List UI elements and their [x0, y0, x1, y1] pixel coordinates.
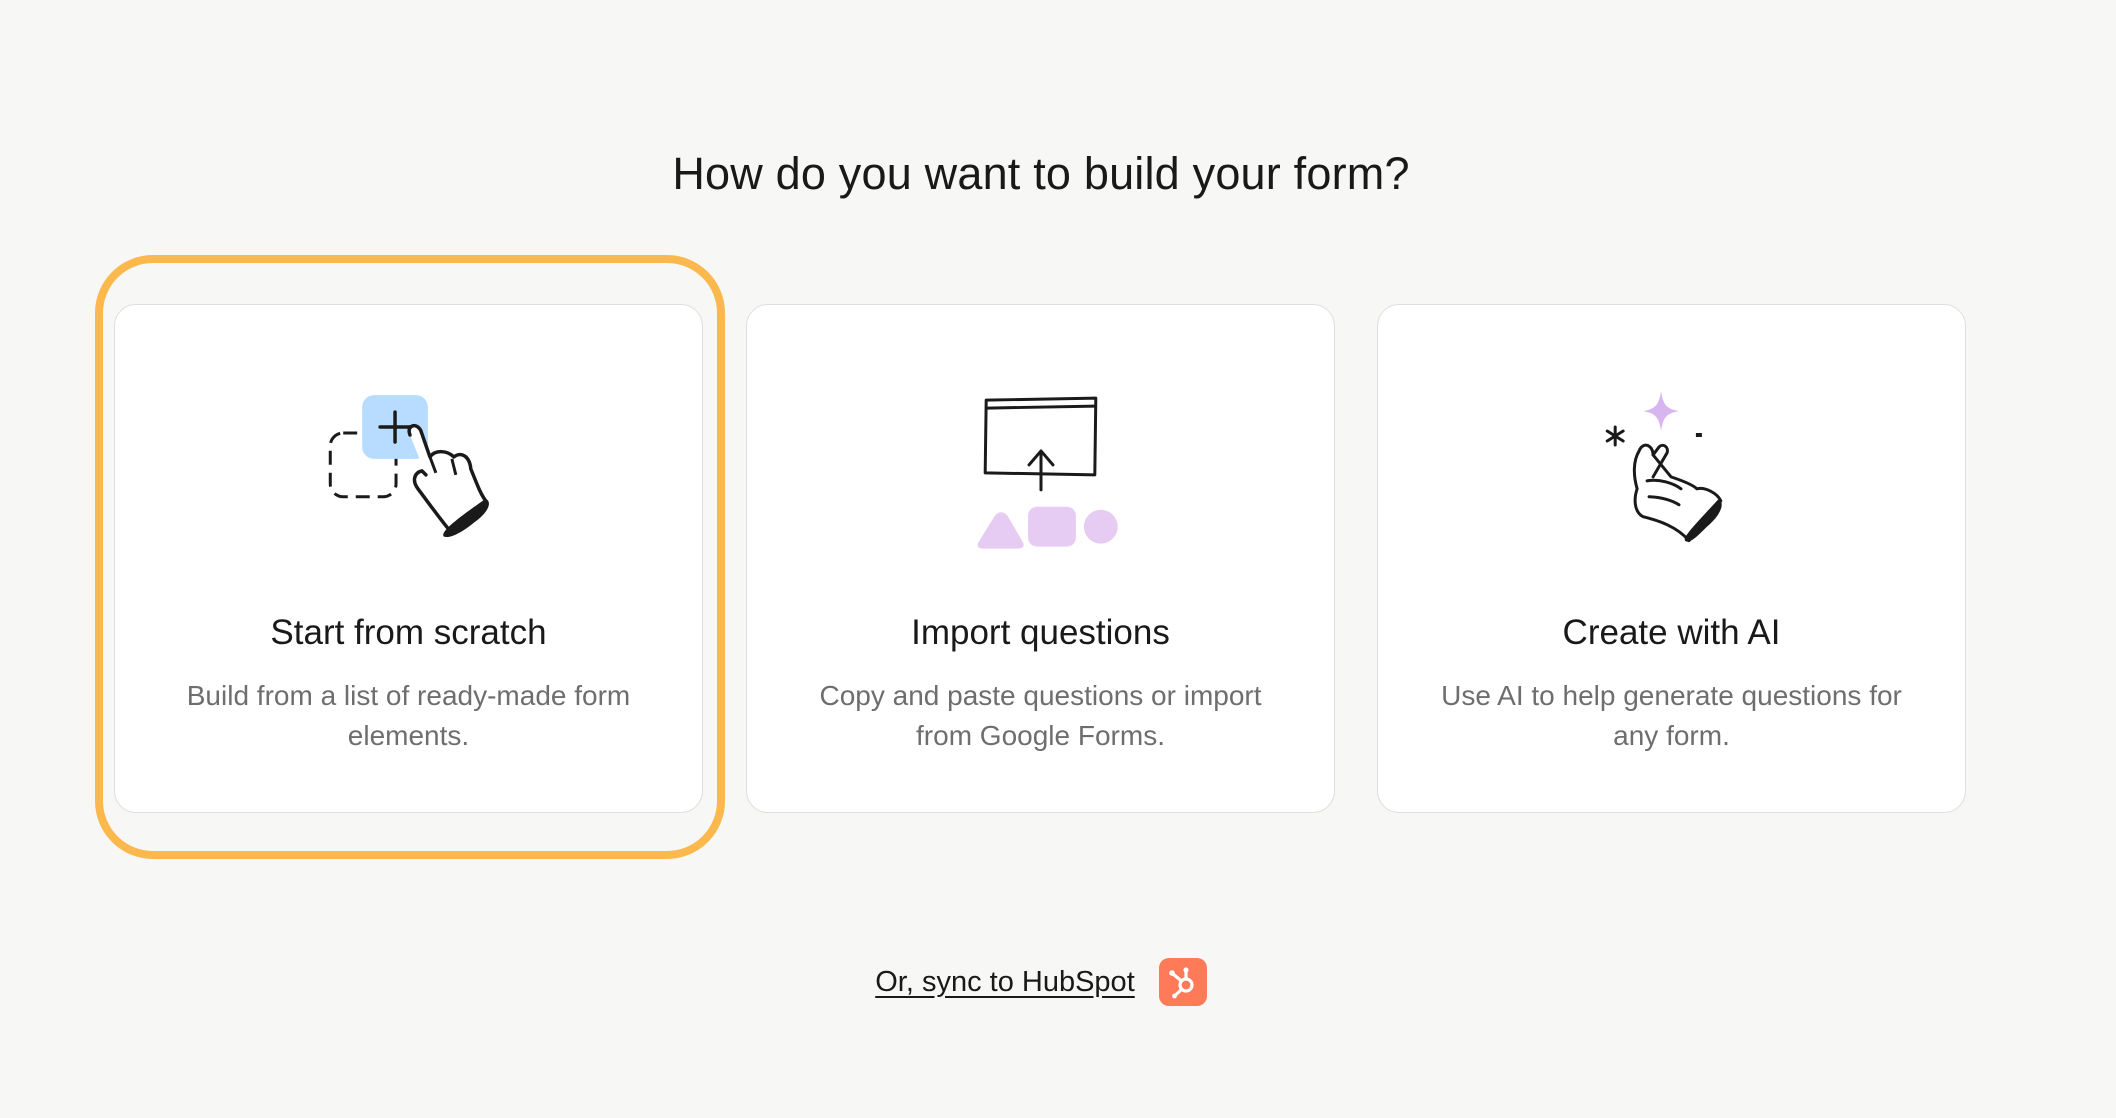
upload-shapes-icon [977, 396, 1118, 549]
card-title: Import questions [911, 613, 1170, 652]
card-description: Copy and paste questions or import from … [819, 680, 1262, 751]
snapping-hand-sparkle-icon [1605, 391, 1723, 543]
hand-pointer-plus-icon [328, 395, 489, 538]
sync-to-hubspot-link[interactable]: Or, sync to HubSpot [875, 966, 1135, 999]
hubspot-icon[interactable] [1158, 958, 1207, 1006]
card-description: Build from a list of ready-made form ele… [186, 680, 631, 751]
create-with-ai-card[interactable]: Create with AI Use AI to help generate q… [1377, 304, 1966, 813]
card-description: Use AI to help generate questions for an… [1441, 680, 1902, 751]
card-title: Create with AI [1562, 613, 1781, 652]
import-questions-card[interactable]: Import questions Copy and paste question… [746, 304, 1335, 813]
hubspot-sync-row: Or, sync to HubSpot [0, 958, 2082, 1006]
page-title: How do you want to build your form? [672, 148, 1410, 199]
start-from-scratch-card[interactable]: Start from scratch Build from a list of … [114, 304, 703, 813]
card-title: Start from scratch [270, 613, 547, 652]
